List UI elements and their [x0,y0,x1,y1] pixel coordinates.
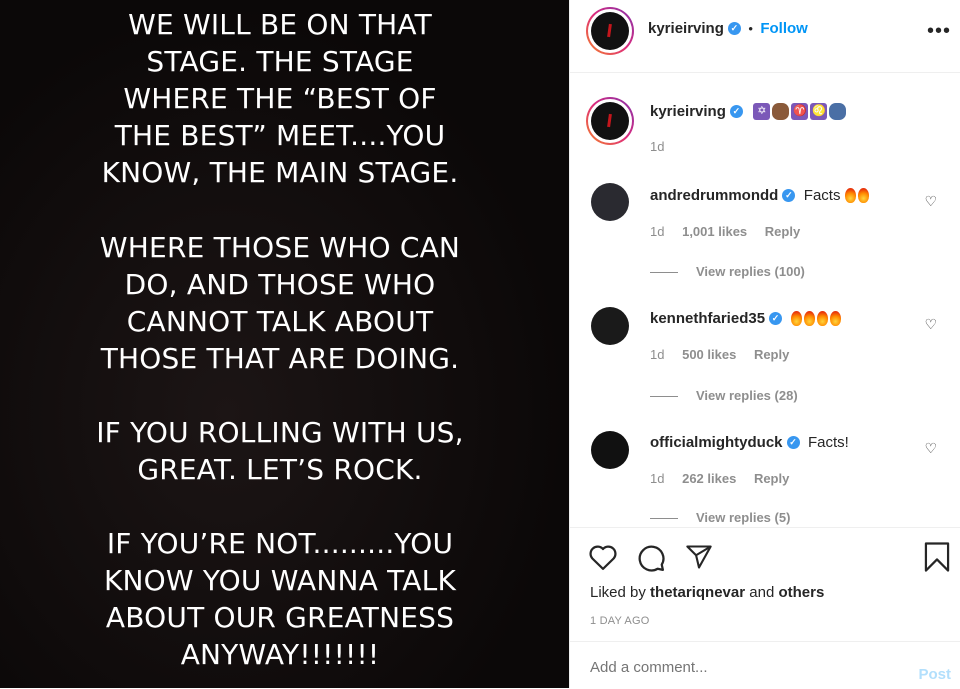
verified-badge-icon: ✓ [727,22,741,36]
fire-emoji-icon [829,311,841,327]
comment-likes[interactable]: 500 likes [682,347,736,362]
quote-line: IF YOU ROLLING WITH US, [96,416,464,449]
liked-by-prefix: Liked by [590,584,646,601]
view-replies-button[interactable]: View replies (5) [650,510,790,525]
view-replies-label[interactable]: View replies (100) [696,264,805,279]
view-replies-label[interactable]: View replies (28) [696,388,798,403]
comment-avatar[interactable] [591,307,629,345]
aries-icon: ♈ [791,103,809,121]
quote-line: WHERE THOSE WHO CAN [99,231,461,264]
verified-badge-icon: ✓ [729,105,743,119]
more-options-icon[interactable]: ••• [927,20,951,43]
fire-emoji-icon [844,188,856,204]
comment-bubble-icon[interactable] [636,543,666,573]
post-comment-button[interactable]: Post [918,666,951,683]
replies-divider [650,518,678,520]
caption-line: kyrieirving ✓ ✡ ♈ ♌ [650,103,848,121]
comment-time: 1d [650,471,665,486]
comment-username[interactable]: kennethfaried35 [650,310,765,327]
follow-button[interactable]: Follow [760,20,808,37]
fist-icon [772,103,790,121]
caption-emojis: ✡ ♈ ♌ [753,103,848,121]
quote-line: IF YOU’RE NOT.........YOU [106,527,454,560]
liked-by-line: Liked by thetariqnevar and others [590,584,824,601]
caption-time: 1d [650,139,665,154]
view-replies-button[interactable]: View replies (28) [650,388,798,403]
fire-emoji-icon [816,311,828,327]
post-sidebar: kyrieirving ✓ • Follow ••• kyrieirving ✓ ✡… [569,0,960,688]
comment-like-heart-icon[interactable]: ♡ [924,440,937,457]
comment-time: 1d [650,347,665,362]
comment-avatar[interactable] [591,183,629,221]
liked-by-and: and [749,584,775,601]
quote-paragraph-2: WHERE THOSE WHO CAN DO, AND THOSE WHO CA… [0,229,560,377]
quote-line: STAGE. THE STAGE [146,45,414,78]
like-heart-icon[interactable] [588,543,618,571]
fire-emoji-icon [790,311,802,327]
quote-line: KNOW YOU WANNA TALK [103,564,457,597]
quote-line: WHERE THE “BEST OF [123,82,437,115]
comment-line: andredrummondd ✓ Facts [650,187,871,205]
comment-username[interactable]: officialmightyduck [650,434,783,451]
share-paper-plane-icon[interactable] [684,543,714,571]
comment-meta: 1d 1,001 likes Reply [650,224,800,239]
quote-line: CANNOT TALK ABOUT [126,305,434,338]
add-comment-bar: Post [570,641,960,689]
quote-paragraph-1: WE WILL BE ON THAT STAGE. THE STAGE WHER… [0,6,560,191]
comment-likes[interactable]: 1,001 likes [682,224,747,239]
comment-time: 1d [650,224,665,239]
quote-line: DO, AND THOSE WHO [124,268,436,301]
comment-like-heart-icon[interactable]: ♡ [924,193,937,210]
comment-like-heart-icon[interactable]: ♡ [924,316,937,333]
liked-by-others-link[interactable]: others [778,584,824,601]
fire-emoji-icon [857,188,869,204]
liked-by-username[interactable]: thetariqnevar [650,584,745,601]
comment-line: officialmightyduck ✓ Facts! [650,434,849,452]
quote-paragraph-4: IF YOU’RE NOT.........YOU KNOW YOU WANNA… [0,525,560,673]
author-avatar[interactable] [586,7,634,55]
comment-meta: 1d 262 likes Reply [650,471,789,486]
star-of-david-icon: ✡ [753,103,771,121]
add-comment-input[interactable] [588,658,892,677]
people-hugging-icon [829,103,847,121]
separator-dot: • [748,21,753,36]
view-replies-button[interactable]: View replies (100) [650,264,805,279]
verified-badge-icon: ✓ [769,312,783,326]
fire-emoji-icon [803,311,815,327]
post-header: kyrieirving ✓ • Follow ••• [570,0,960,73]
comment-line: kennethfaried35 ✓ [650,310,843,328]
post-actions: Liked by thetariqnevar and others 1 DAY … [570,527,960,641]
quote-line: THOSE THAT ARE DOING. [100,342,460,375]
quote-line: WE WILL BE ON THAT [128,8,432,41]
post-timestamp: 1 DAY AGO [590,615,650,627]
comment-username[interactable]: andredrummondd [650,187,778,204]
comment-meta: 1d 500 likes Reply [650,347,789,362]
replies-divider [650,396,678,398]
post-image: WE WILL BE ON THAT STAGE. THE STAGE WHER… [0,0,569,688]
caption-username[interactable]: kyrieirving [650,103,726,120]
author-username[interactable]: kyrieirving [648,20,724,37]
quote-line: ANYWAY!!!!!!! [180,638,380,671]
reply-button[interactable]: Reply [765,224,800,239]
quote-paragraph-3: IF YOU ROLLING WITH US, GREAT. LET’S ROC… [0,414,560,488]
bookmark-save-icon[interactable] [923,541,951,573]
comment-likes[interactable]: 262 likes [682,471,736,486]
reply-button[interactable]: Reply [754,471,789,486]
verified-badge-icon: ✓ [786,436,800,450]
replies-divider [650,272,678,274]
verified-badge-icon: ✓ [782,189,796,203]
quote-line: KNOW, THE MAIN STAGE. [101,156,459,189]
comment-text: Facts [803,187,841,204]
comments-section[interactable]: kyrieirving ✓ ✡ ♈ ♌ 1d andredrummondd ✓ Fact… [570,73,960,527]
leo-icon: ♌ [810,103,828,121]
quote-line: THE BEST” MEET....YOU [114,119,446,152]
view-replies-label[interactable]: View replies (5) [696,510,790,525]
reply-button[interactable]: Reply [754,347,789,362]
quote-line: GREAT. LET’S ROCK. [137,453,423,486]
comment-avatar[interactable] [591,431,629,469]
caption-avatar[interactable] [586,97,634,145]
comment-text: Facts! [807,434,849,451]
quote-line: ABOUT OUR GREATNESS [105,601,455,634]
